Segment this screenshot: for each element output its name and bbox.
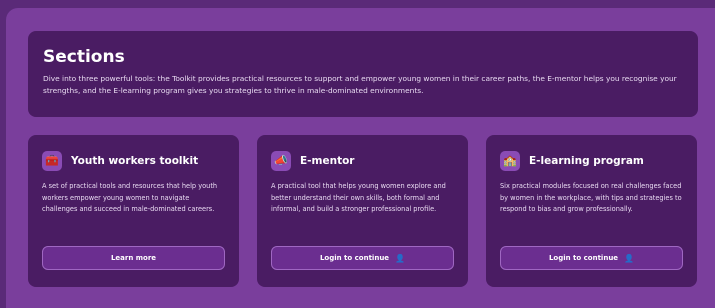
card-description: A set of practical tools and resources t…	[42, 182, 218, 213]
card-header: 🏫 E-learning program	[500, 150, 683, 172]
mentor-icon: 📣	[271, 151, 291, 171]
card-toolkit: 🧰 Youth workers toolkit A set of practic…	[28, 135, 239, 287]
card-e-mentor: 📣 E-mentor A practical tool that helps y…	[257, 135, 468, 287]
card-title: Youth workers toolkit	[71, 155, 199, 167]
login-to-continue-button[interactable]: Login to continue 👤	[500, 246, 683, 270]
button-label: Login to continue	[319, 254, 390, 262]
card-description: Six practical modules focused on real ch…	[500, 182, 682, 213]
card-header: 📣 E-mentor	[271, 150, 454, 172]
sections-header: Sections Dive into three powerful tools:…	[28, 31, 698, 117]
elearning-icon: 🏫	[500, 151, 520, 171]
sections-description: Dive into three powerful tools: the Tool…	[43, 74, 677, 95]
user-icon: 👤	[395, 253, 406, 263]
card-e-learning: 🏫 E-learning program Six practical modul…	[486, 135, 697, 287]
sections-title: Sections	[43, 47, 125, 67]
toolkit-icon: 🧰	[42, 151, 62, 171]
card-title: E-mentor	[300, 155, 355, 167]
button-label: Learn more	[110, 254, 157, 262]
card-description: A practical tool that helps young women …	[271, 182, 446, 213]
card-header: 🧰 Youth workers toolkit	[42, 150, 225, 172]
card-title: E-learning program	[529, 155, 644, 167]
button-label: Login to continue	[548, 254, 619, 262]
learn-more-button[interactable]: Learn more	[42, 246, 225, 270]
login-to-continue-button[interactable]: Login to continue 👤	[271, 246, 454, 270]
user-icon: 👤	[624, 253, 635, 263]
